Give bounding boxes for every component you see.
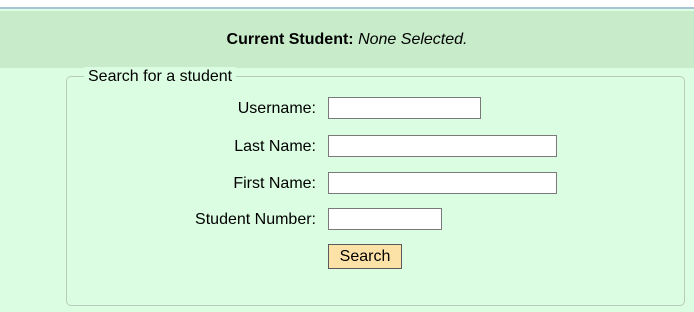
last-name-field[interactable] <box>328 135 557 157</box>
page: Current Student: None Selected. Search f… <box>0 0 694 312</box>
current-student-label: Current Student: <box>226 31 354 48</box>
username-label: Username: <box>237 100 316 117</box>
search-legend: Search for a student <box>84 67 237 87</box>
student-number-label: Student Number: <box>195 211 316 228</box>
search-button[interactable]: Search <box>328 244 402 269</box>
first-name-label: First Name: <box>233 175 316 192</box>
student-number-field[interactable] <box>328 208 442 230</box>
current-student-value: None Selected. <box>358 31 468 48</box>
current-student-bar: Current Student: None Selected. <box>0 11 694 68</box>
first-name-field[interactable] <box>328 172 557 194</box>
last-name-label: Last Name: <box>234 138 316 155</box>
top-divider <box>0 0 694 9</box>
username-field[interactable] <box>328 97 481 119</box>
